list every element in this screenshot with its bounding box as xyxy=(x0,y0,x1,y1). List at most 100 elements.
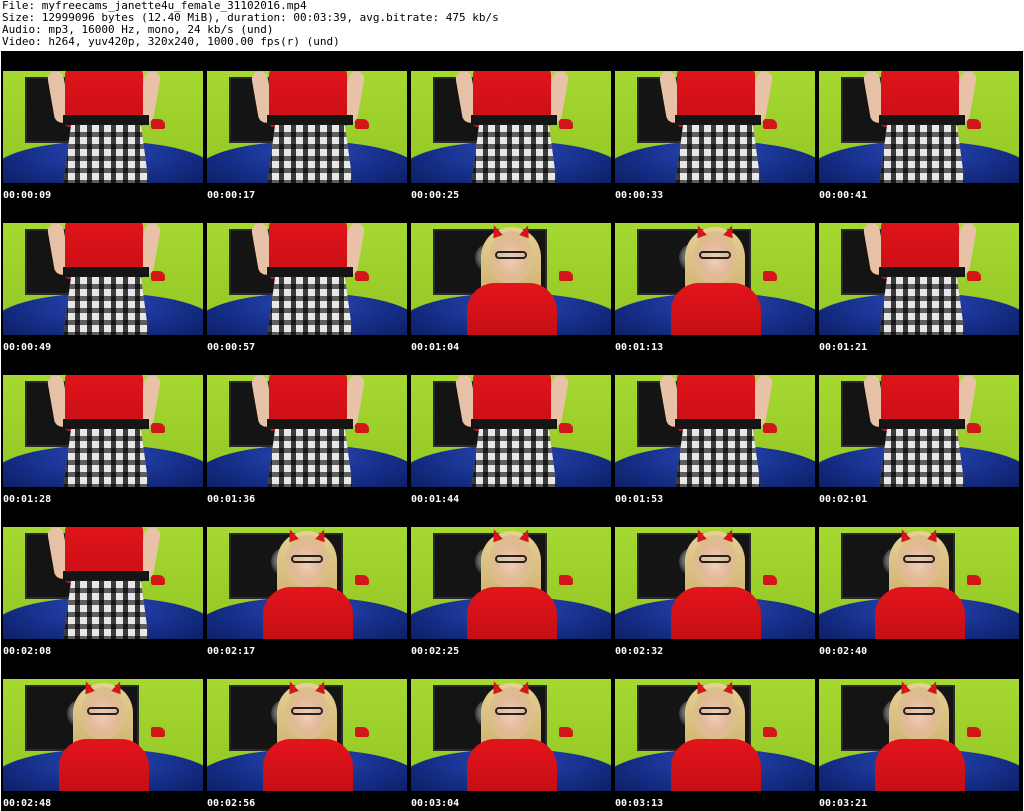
thumbnail-timestamp: 00:02:01 xyxy=(819,494,868,505)
thumbnail-image xyxy=(615,223,815,335)
red-shoe xyxy=(151,271,165,281)
thumbnail-image xyxy=(819,223,1019,335)
thumbnail-timestamp: 00:02:56 xyxy=(207,798,256,809)
video-thumbnail: 00:02:08 xyxy=(1,507,203,658)
video-info-line: Video: h264, yuv420p, 320x240, 1000.00 f… xyxy=(2,35,340,48)
red-blouse xyxy=(671,587,761,639)
video-thumbnail: 00:03:13 xyxy=(613,659,815,810)
red-shoe xyxy=(151,423,165,433)
thumbnail-image xyxy=(3,71,203,183)
plaid-skirt xyxy=(675,121,761,183)
red-shoe xyxy=(967,271,981,281)
thumbnail-timestamp: 00:03:04 xyxy=(411,798,460,809)
thumbnail-image xyxy=(411,223,611,335)
video-thumbnail: 00:00:25 xyxy=(409,51,611,202)
thumbnail-timestamp: 00:00:41 xyxy=(819,190,868,201)
red-shoe xyxy=(967,119,981,129)
thumbnail-image xyxy=(411,71,611,183)
video-thumbnail: 00:02:56 xyxy=(205,659,407,810)
thumbnail-timestamp: 00:01:36 xyxy=(207,494,256,505)
video-thumbnail: 00:01:36 xyxy=(205,355,407,506)
plaid-skirt xyxy=(471,121,557,183)
plaid-skirt xyxy=(879,121,965,183)
red-shoe xyxy=(355,423,369,433)
video-thumbnail: 00:01:21 xyxy=(817,203,1019,354)
video-thumbnail: 00:02:40 xyxy=(817,507,1019,658)
glasses xyxy=(87,707,119,715)
thumbnail-image xyxy=(3,223,203,335)
thumbnail-timestamp: 00:01:53 xyxy=(615,494,664,505)
glasses xyxy=(699,707,731,715)
thumbnail-image xyxy=(411,375,611,487)
red-shoe xyxy=(967,423,981,433)
red-blouse xyxy=(467,587,557,639)
video-thumbnail: 00:03:04 xyxy=(409,659,611,810)
red-blouse xyxy=(467,739,557,791)
thumbnail-image xyxy=(411,679,611,791)
thumbnail-timestamp: 00:02:25 xyxy=(411,646,460,657)
red-shoe xyxy=(559,271,573,281)
thumbnail-timestamp: 00:00:33 xyxy=(615,190,664,201)
red-blouse xyxy=(671,283,761,335)
plaid-skirt xyxy=(267,425,353,487)
belt xyxy=(879,115,965,125)
plaid-skirt xyxy=(63,577,149,639)
red-blouse xyxy=(59,739,149,791)
red-shoe xyxy=(559,727,573,737)
thumbnail-timestamp: 00:02:08 xyxy=(3,646,52,657)
video-thumbnail: 00:01:28 xyxy=(1,355,203,506)
thumbnail-grid: 00:00:09 00:00:17 00:00:25 00:00:33 00:00:41… xyxy=(1,51,1023,811)
belt xyxy=(63,571,149,581)
thumbnail-timestamp: 00:00:49 xyxy=(3,342,52,353)
belt xyxy=(471,419,557,429)
video-thumbnail: 00:00:57 xyxy=(205,203,407,354)
thumbnail-timestamp: 00:00:25 xyxy=(411,190,460,201)
thumbnail-image xyxy=(411,527,611,639)
thumbnail-timestamp: 00:03:13 xyxy=(615,798,664,809)
plaid-skirt xyxy=(879,425,965,487)
red-shoe xyxy=(763,727,777,737)
video-thumbnail: 00:00:09 xyxy=(1,51,203,202)
plaid-skirt xyxy=(879,273,965,335)
red-shoe xyxy=(355,271,369,281)
video-thumbnail: 00:02:25 xyxy=(409,507,611,658)
plaid-skirt xyxy=(267,273,353,335)
video-thumbnail: 00:01:44 xyxy=(409,355,611,506)
thumbnail-timestamp: 00:01:04 xyxy=(411,342,460,353)
thumbnail-image xyxy=(615,71,815,183)
thumbnail-timestamp: 00:02:17 xyxy=(207,646,256,657)
red-shoe xyxy=(355,119,369,129)
red-shoe xyxy=(151,119,165,129)
thumbnail-timestamp: 00:01:21 xyxy=(819,342,868,353)
belt xyxy=(471,115,557,125)
thumbnail-image xyxy=(3,527,203,639)
thumbnail-image xyxy=(207,375,407,487)
thumbnail-image xyxy=(615,527,815,639)
thumbnail-image xyxy=(819,679,1019,791)
thumbnail-timestamp: 00:02:32 xyxy=(615,646,664,657)
thumbnail-image xyxy=(615,679,815,791)
video-thumbnail: 00:02:01 xyxy=(817,355,1019,506)
plaid-skirt xyxy=(675,425,761,487)
belt xyxy=(675,419,761,429)
red-blouse xyxy=(263,587,353,639)
belt xyxy=(267,115,353,125)
thumbnail-image xyxy=(615,375,815,487)
glasses xyxy=(291,707,323,715)
red-blouse xyxy=(875,587,965,639)
thumbnail-image xyxy=(207,71,407,183)
plaid-skirt xyxy=(267,121,353,183)
thumbnail-image xyxy=(3,375,203,487)
belt xyxy=(267,419,353,429)
belt xyxy=(879,267,965,277)
thumbnail-image xyxy=(819,375,1019,487)
thumbnail-timestamp: 00:01:28 xyxy=(3,494,52,505)
belt xyxy=(63,419,149,429)
glasses xyxy=(495,251,527,259)
thumbnail-timestamp: 00:00:09 xyxy=(3,190,52,201)
thumbnail-timestamp: 00:01:44 xyxy=(411,494,460,505)
thumbnail-timestamp: 00:00:57 xyxy=(207,342,256,353)
thumbnail-image xyxy=(207,679,407,791)
video-thumbnail: 00:00:49 xyxy=(1,203,203,354)
video-thumbnail: 00:01:53 xyxy=(613,355,815,506)
